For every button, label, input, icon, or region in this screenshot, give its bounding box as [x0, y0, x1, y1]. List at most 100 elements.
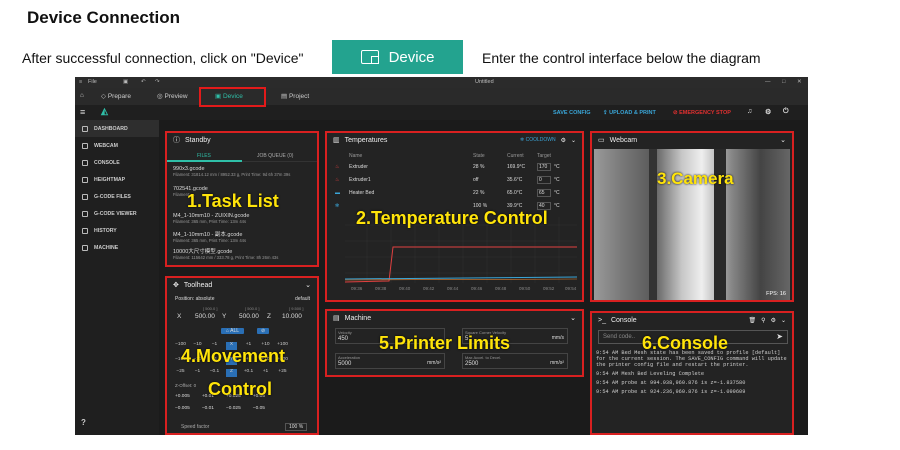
- home-z-button[interactable]: Z: [226, 369, 237, 377]
- chevron-down-icon[interactable]: ⌄: [571, 137, 576, 144]
- trash-icon[interactable]: 🗑: [749, 317, 757, 324]
- camera-icon: ▭: [598, 137, 605, 144]
- home-icon[interactable]: ⌂: [80, 92, 84, 99]
- terminal-icon: >_: [598, 316, 606, 324]
- motors-off-button[interactable]: ⊘: [257, 328, 270, 334]
- zoffset-button[interactable]: −0.005: [175, 406, 190, 411]
- jog-button[interactable]: +0.1: [243, 369, 254, 377]
- jog-button[interactable]: −1: [192, 369, 203, 377]
- machine-header: ▤ Machine ⌄: [333, 314, 576, 323]
- sidebar-item-gcode-viewer[interactable]: G-CODE VIEWER: [75, 205, 159, 222]
- device-button-label: Device: [388, 48, 435, 66]
- viewer-icon: [82, 210, 88, 217]
- dashboard-icon: [82, 125, 88, 132]
- job-item[interactable]: 10000大尺寸模型.gcode Filament: 115642 mm / 33…: [173, 247, 278, 260]
- x-position[interactable]: 500.00: [195, 313, 215, 320]
- device-toolbar: ≡ ◭ SAVE CONFIG ⇪ UPLOAD & PRINT ⊘ EMERG…: [75, 105, 808, 120]
- chevron-down-icon[interactable]: ⌄: [570, 314, 576, 322]
- z-offset-label: Z-Offset: 0: [175, 383, 197, 388]
- redo-icon[interactable]: ↷: [155, 79, 160, 85]
- zoffset-button[interactable]: −0.01: [202, 406, 214, 411]
- sidebar-item-dashboard[interactable]: DASHBOARD: [75, 120, 159, 137]
- emergency-stop-button[interactable]: ⊘ EMERGENCY STOP: [673, 110, 731, 116]
- time-tick: 09:42: [423, 286, 435, 291]
- sidebar-item-webcam[interactable]: WEBCAM: [75, 137, 159, 154]
- zoffset-down-row: −0.005 −0.01 −0.025 −0.05: [175, 406, 265, 411]
- max-accel-to-decel-field[interactable]: Max Accel. to Decel. 2500 mm/s²: [462, 353, 568, 369]
- jog-button[interactable]: +1: [260, 369, 271, 377]
- sidebar-item-machine[interactable]: MACHINE: [75, 239, 159, 256]
- col-target: Target: [537, 153, 551, 159]
- close-icon[interactable]: ✕: [797, 79, 802, 85]
- speed-factor-label: Speed factor: [181, 424, 210, 430]
- target-input[interactable]: 0: [537, 176, 551, 184]
- chevron-down-icon[interactable]: ⌄: [781, 317, 786, 324]
- menu-icon[interactable]: ≡: [80, 107, 85, 117]
- save-icon[interactable]: ▣: [123, 79, 128, 85]
- zoffset-button[interactable]: +0.005: [175, 394, 190, 399]
- sidebar: DASHBOARD WEBCAM CONSOLE HEIGHTMAP G-COD…: [75, 120, 159, 435]
- main-tabs: ⌂ ◇ Prepare ◎ Preview ▣ Device ▤ Project: [75, 88, 808, 105]
- job-item[interactable]: 990x3.gcode Filament: 31814.12 mm / 8952.…: [173, 166, 290, 177]
- menu-file[interactable]: File: [88, 79, 97, 85]
- device-button[interactable]: Device: [332, 40, 463, 74]
- chevron-down-icon[interactable]: ⌄: [780, 136, 786, 144]
- device-icon: [360, 50, 379, 64]
- bell-icon[interactable]: ♫: [747, 108, 752, 115]
- hamburger-icon[interactable]: ≡: [79, 79, 82, 85]
- undo-icon[interactable]: ↶: [141, 79, 146, 85]
- save-config-button[interactable]: SAVE CONFIG: [553, 110, 591, 116]
- tab-job-queue[interactable]: JOB QUEUE (0): [257, 153, 293, 159]
- fps-readout: FPS: 16: [766, 291, 786, 297]
- sidebar-item-gcode-files[interactable]: G-CODE FILES: [75, 188, 159, 205]
- tab-files[interactable]: FILES: [197, 153, 211, 159]
- sidebar-item-history[interactable]: HISTORY: [75, 222, 159, 239]
- jog-button[interactable]: +25: [277, 369, 288, 377]
- time-tick: 09:48: [495, 286, 507, 291]
- y-position[interactable]: 500.00: [239, 313, 259, 320]
- help-icon[interactable]: ?: [81, 418, 86, 427]
- target-input[interactable]: 170: [537, 163, 551, 171]
- label-task-list: 1.Task List: [187, 191, 279, 211]
- sidebar-item-heightmap[interactable]: HEIGHTMAP: [75, 171, 159, 188]
- tab-preview[interactable]: ◎ Preview: [157, 92, 188, 100]
- tab-project[interactable]: ▤ Project: [281, 92, 309, 100]
- z-position[interactable]: 10.000: [282, 313, 302, 320]
- jog-button[interactable]: −25: [175, 369, 186, 377]
- upload-print-button[interactable]: ⇪ UPLOAD & PRINT: [603, 110, 656, 116]
- jog-button[interactable]: −0.1: [209, 369, 220, 377]
- sidebar-item-console[interactable]: CONSOLE: [75, 154, 159, 171]
- filter-icon[interactable]: ⚲: [761, 317, 765, 324]
- power-icon[interactable]: ⏻: [783, 108, 789, 116]
- home-all-button[interactable]: ⌂ ALL: [221, 328, 245, 334]
- instruction-right: Enter the control interface below the di…: [482, 50, 761, 66]
- cooldown-button[interactable]: ❄ COOLDOWN: [520, 137, 556, 143]
- standby-header: ⓘ Standby: [173, 136, 211, 145]
- send-icon[interactable]: ➤: [776, 332, 783, 341]
- minimize-icon[interactable]: —: [765, 79, 771, 85]
- speed-factor-input[interactable]: 100 %: [285, 423, 308, 431]
- gear-icon[interactable]: ⚙: [771, 317, 776, 324]
- job-item[interactable]: M4_1-10mm10 - ZUIXIN.gcode Filament: 365 …: [173, 213, 249, 224]
- default-toggle[interactable]: default: [295, 296, 310, 302]
- zoffset-button[interactable]: −0.05: [253, 406, 265, 411]
- tab-prepare[interactable]: ◇ Prepare: [101, 92, 131, 100]
- maximize-icon[interactable]: □: [782, 79, 785, 85]
- gear-icon[interactable]: ⚙: [561, 137, 566, 144]
- zoffset-button[interactable]: −0.025: [226, 406, 241, 411]
- tab-indicator: [167, 160, 242, 162]
- title-bar: ≡ File ▣ ↶ ↷ Untitled — □ ✕: [75, 77, 808, 88]
- z-jog-row: −25 −1 −0.1 Z +0.1 +1 +25: [175, 368, 288, 377]
- info-icon: ⓘ: [173, 137, 180, 144]
- time-tick: 09:46: [471, 286, 483, 291]
- job-item[interactable]: M4_1-10mm10 - 副本.gcode Filament: 365 mm, …: [173, 230, 246, 243]
- bed-icon: ▬: [335, 190, 340, 196]
- console-line: 9:54 AM Mesh Bed Leveling Complete: [596, 371, 705, 377]
- label-control: Control: [208, 379, 272, 399]
- target-input[interactable]: 65: [537, 189, 551, 197]
- chevron-down-icon[interactable]: ⌄: [305, 281, 311, 289]
- acceleration-field[interactable]: Acceleration 5000 mm/s²: [335, 353, 445, 369]
- console-line: 9:54 AM probe at 994.938,960.876 is z=-1…: [596, 380, 746, 386]
- app-window: ≡ File ▣ ↶ ↷ Untitled — □ ✕ ⌂ ◇ Prepare …: [75, 77, 808, 435]
- gear-icon[interactable]: ⚙: [765, 108, 771, 116]
